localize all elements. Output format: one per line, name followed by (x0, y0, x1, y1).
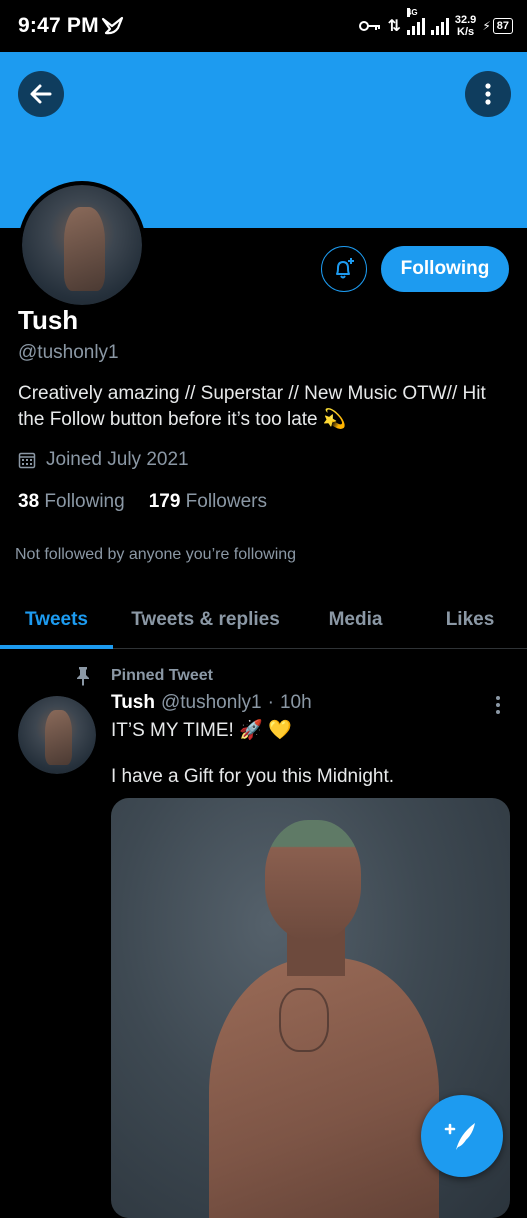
follow-stats: 38 Following 179 Followers (18, 491, 267, 513)
battery-indicator: ⚡ 87 (482, 18, 513, 34)
tab-media[interactable]: Media (298, 592, 413, 648)
more-options-button[interactable] (465, 71, 511, 117)
status-time: 9:47 PM (18, 14, 99, 37)
signal-icon: 4G (406, 8, 425, 35)
tweet-text-line-1: IT’S MY TIME! 🚀 💛 (111, 720, 292, 741)
following-count: 38 (18, 491, 40, 512)
notification-bird-icon (101, 16, 124, 35)
more-vertical-icon (485, 83, 491, 105)
pin-icon (77, 667, 89, 686)
signal-icon-2 (430, 17, 449, 35)
tab-tweets[interactable]: Tweets (0, 592, 113, 649)
profile-handle: @tushonly1 (18, 342, 119, 363)
charging-icon: ⚡ (482, 19, 491, 33)
pinned-tweet-label: Pinned Tweet (111, 667, 213, 684)
status-icons: ⇅ 4G 32.9 K/s ⚡ 87 (359, 8, 513, 42)
network-speed: 32.9 K/s (455, 14, 476, 38)
profile-bio: Creatively amazing // Superstar // New M… (18, 383, 486, 430)
followers-stat[interactable]: 179 Followers (149, 491, 267, 513)
joined-text: Joined July 2021 (46, 449, 189, 470)
data-transfer-icon: ⇅ (387, 18, 401, 35)
profile-name: Tush (18, 305, 79, 335)
tweet-text-line-2: I have a Gift for you this Midnight. (111, 766, 395, 787)
bell-plus-icon (336, 258, 354, 279)
followers-label: Followers (185, 491, 267, 512)
network-speed-value: 32.9 (454, 14, 477, 26)
tab-likes[interactable]: Likes (413, 592, 527, 648)
compose-feather-icon (444, 1123, 475, 1150)
tweet-header: Tush @tushonly1 · 10h (111, 692, 312, 714)
tab-tweets-replies[interactable]: Tweets & replies (113, 592, 298, 648)
compose-tweet-button[interactable] (421, 1095, 503, 1177)
following-button[interactable]: Following (381, 246, 509, 292)
tweet-separator: · (267, 692, 274, 713)
joined-date: Joined July 2021 (18, 449, 189, 471)
tweet-time: 10h (279, 692, 312, 713)
profile-avatar[interactable] (18, 181, 146, 309)
following-label: Following (44, 491, 125, 512)
status-bar: 9:47 PM ⇅ 4G 32.9 K/s ⚡ 87 (0, 0, 527, 52)
following-stat[interactable]: 38 Following (18, 491, 125, 513)
back-button[interactable] (18, 71, 64, 117)
tweet-author-handle: @tushonly1 (160, 692, 262, 713)
tweet-author-avatar[interactable] (18, 696, 96, 774)
network-speed-unit: K/s (457, 26, 475, 38)
tweet-more-icon[interactable] (489, 694, 507, 716)
vpn-key-icon (359, 21, 381, 31)
profile-tabs: Tweets Tweets & replies Media Likes (0, 592, 527, 649)
followers-count: 179 (148, 491, 181, 512)
tweet-author-name[interactable]: Tush (111, 692, 155, 714)
battery-level: 87 (492, 18, 513, 34)
mutual-followers-text: Not followed by anyone you’re following (15, 546, 297, 563)
notifications-button[interactable] (321, 246, 367, 292)
calendar-icon (18, 452, 36, 469)
arrow-left-icon (30, 84, 52, 104)
network-type: 4G (406, 8, 418, 17)
